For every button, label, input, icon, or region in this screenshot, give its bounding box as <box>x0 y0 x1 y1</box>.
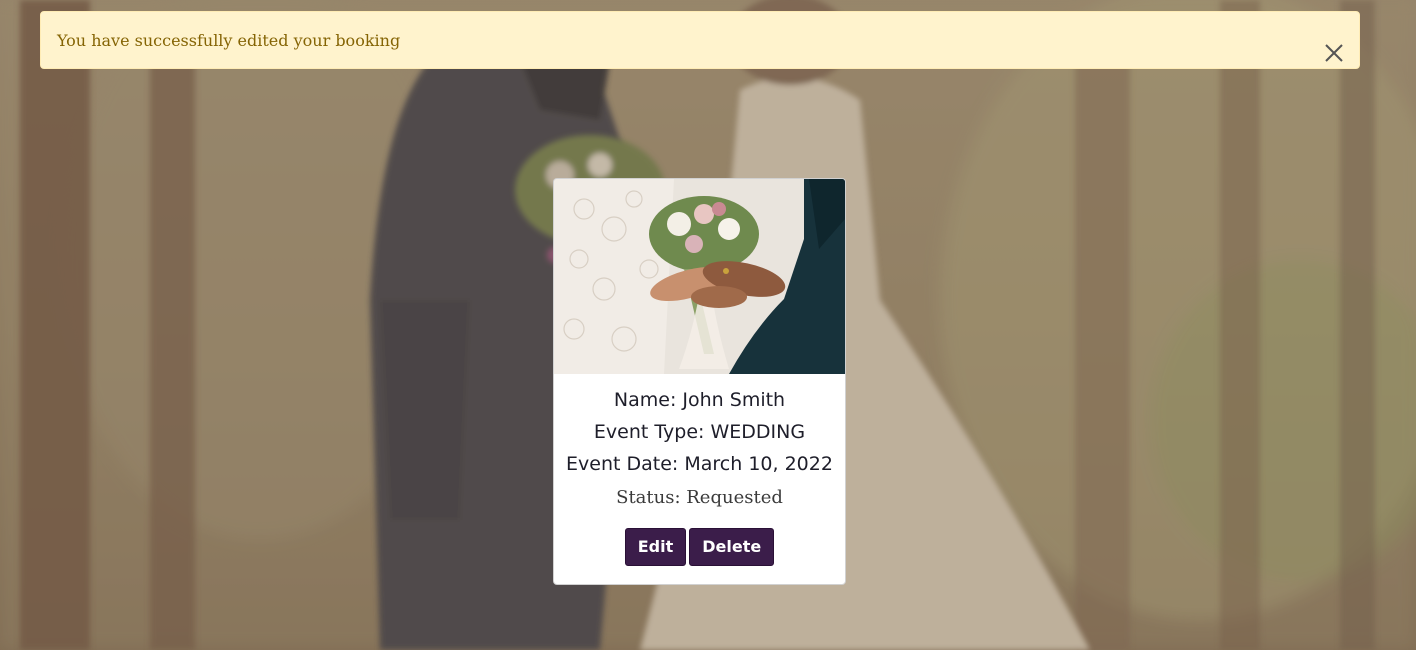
booking-name: Name: John Smith <box>613 389 786 411</box>
wedding-photo <box>554 179 845 374</box>
alert-message: You have successfully edited your bookin… <box>57 31 401 50</box>
booking-event-date: Event Date: March 10, 2022 <box>566 453 833 475</box>
close-icon[interactable] <box>1323 30 1345 62</box>
delete-button[interactable]: Delete <box>689 528 775 566</box>
booking-card: Name: John Smith Event Type: WEDDING Eve… <box>553 178 846 585</box>
success-alert: You have successfully edited your bookin… <box>40 11 1360 69</box>
booking-actions: Edit Delete <box>554 528 845 566</box>
booking-status: Status: Requested <box>616 487 783 508</box>
booking-event-type: Event Type: WEDDING <box>593 421 806 443</box>
edit-button[interactable]: Edit <box>624 528 687 566</box>
